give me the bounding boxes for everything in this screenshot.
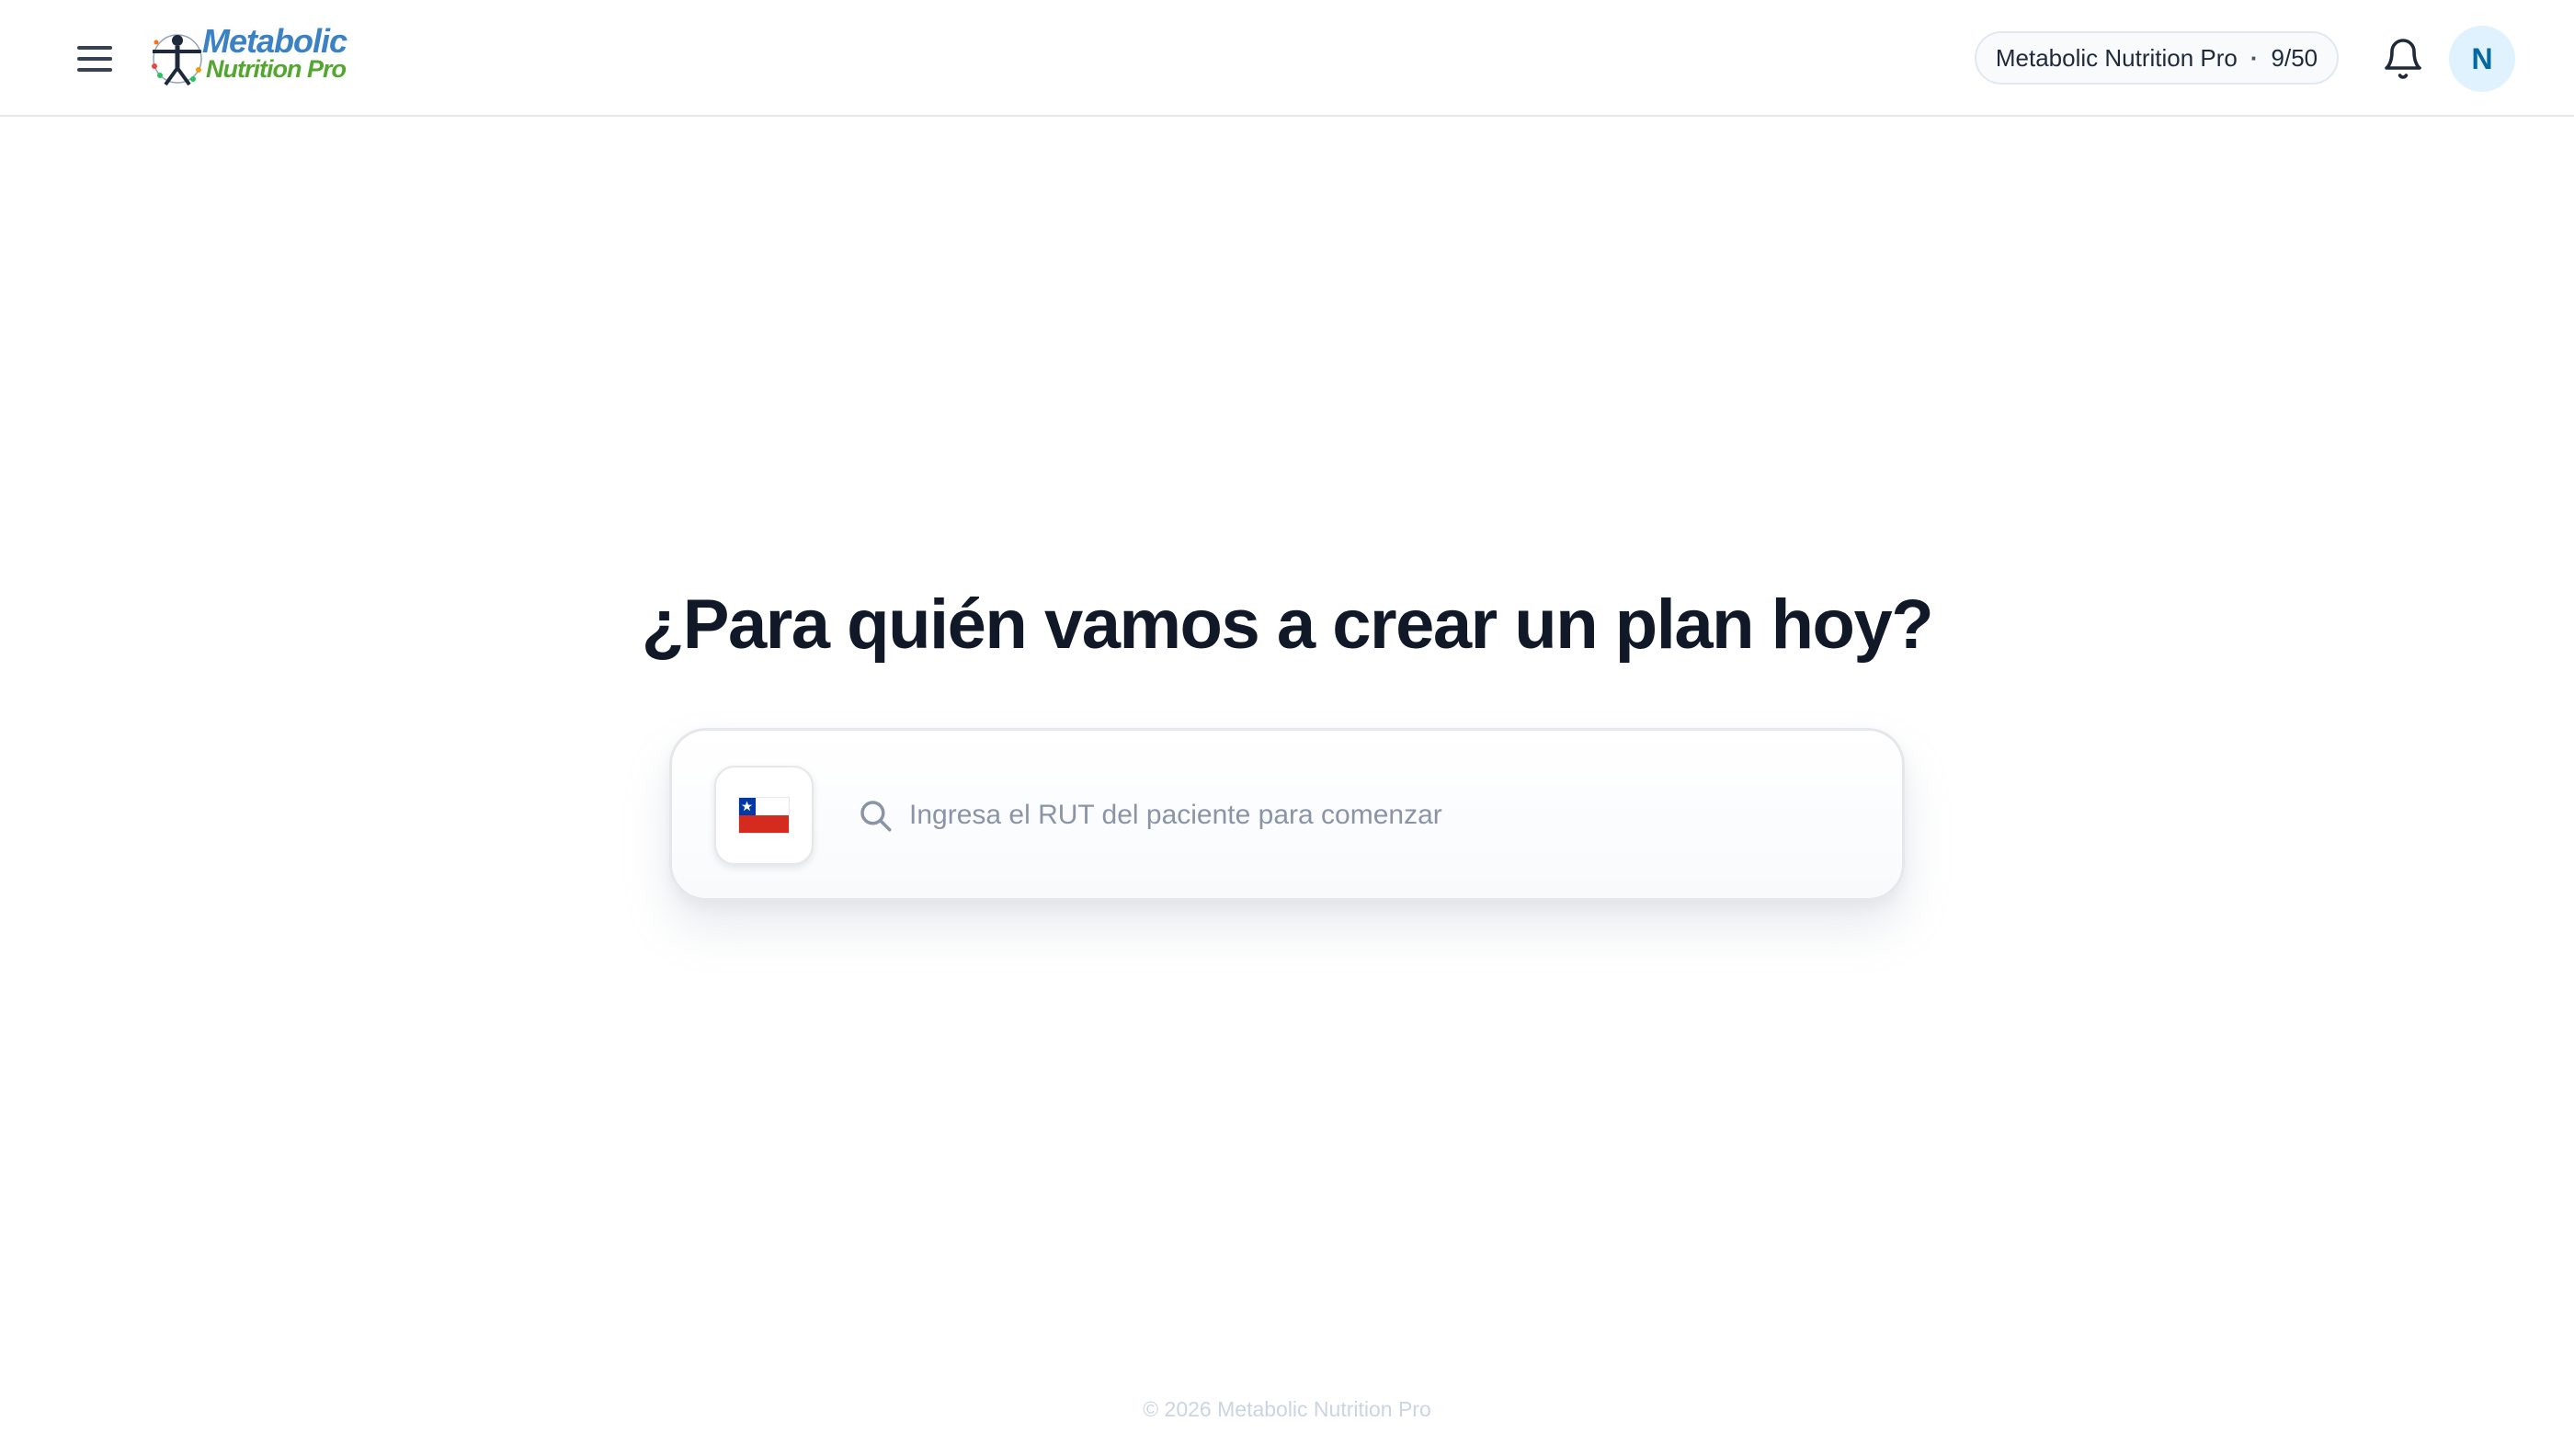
app-logo[interactable]: Metabolic Nutrition Pro — [145, 22, 375, 90]
plan-usage-count: 9/50 — [2271, 43, 2318, 72]
plan-usage-badge[interactable]: Metabolic Nutrition Pro · 9/50 — [1975, 31, 2339, 85]
bell-icon[interactable] — [2381, 37, 2425, 81]
vitruvian-figure-icon — [152, 34, 202, 86]
plan-separator: · — [2249, 43, 2259, 72]
logo-wordmark: Metabolic Nutrition Pro — [202, 22, 347, 84]
search-icon — [860, 801, 892, 832]
footer-copyright: © 2026 Metabolic Nutrition Pro — [1143, 1397, 1431, 1421]
rut-search-input[interactable] — [909, 786, 1865, 845]
country-selector-button[interactable] — [714, 766, 814, 865]
logo-line-2: Nutrition Pro — [206, 55, 347, 83]
top-navigation-bar: Metabolic Nutrition Pro Metabolic Nutrit… — [0, 0, 2574, 117]
logo-line-1: Metabolic — [202, 22, 347, 60]
user-avatar[interactable]: N — [2449, 26, 2515, 92]
plan-name: Metabolic Nutrition Pro — [1995, 43, 2238, 72]
patient-search-card — [669, 728, 1905, 901]
hamburger-menu-icon[interactable] — [72, 37, 120, 81]
chile-flag-icon — [738, 797, 790, 834]
page-headline: ¿Para quién vamos a crear un plan hoy? — [641, 586, 1934, 664]
